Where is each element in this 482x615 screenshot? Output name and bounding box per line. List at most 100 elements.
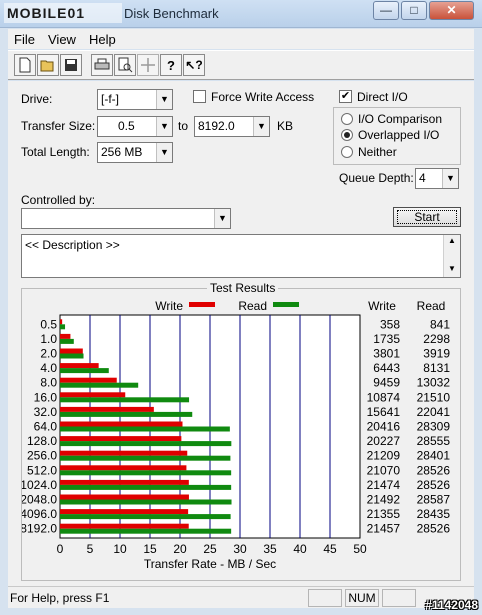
y-tick-label: 8192.0: [22, 522, 57, 536]
context-help-button[interactable]: ↖?: [183, 54, 205, 76]
description-scrollbar[interactable]: ▲ ▼: [443, 235, 460, 277]
table-header-read: Read: [417, 299, 446, 313]
status-pane-num: NUM: [345, 589, 379, 607]
transfer-size-to-select[interactable]: 8192.0 ▼: [194, 116, 270, 137]
x-tick-label: 15: [143, 542, 157, 556]
force-write-checkbox[interactable]: [193, 90, 206, 103]
queue-depth-label: Queue Depth:: [339, 171, 414, 185]
write-bar: [60, 348, 83, 354]
read-bar: [60, 470, 232, 476]
chevron-down-icon: ▼: [156, 90, 172, 109]
new-icon: [19, 57, 31, 73]
io-comparison-radio[interactable]: [341, 113, 353, 125]
question-icon: ?: [167, 57, 175, 73]
write-value: 9459: [373, 376, 400, 390]
read-bar: [60, 411, 193, 417]
write-value: 20416: [367, 420, 401, 434]
y-tick-label: 16.0: [34, 390, 58, 404]
y-tick-label: 4.0: [40, 361, 57, 375]
overlapped-io-radio[interactable]: [341, 129, 353, 141]
open-button[interactable]: [37, 54, 59, 76]
total-length-label: Total Length:: [21, 145, 90, 159]
y-tick-label: 1024.0: [22, 478, 57, 492]
read-bar: [60, 397, 190, 403]
io-comparison-label: I/O Comparison: [358, 112, 443, 126]
drive-select[interactable]: [-f-] ▼: [97, 89, 173, 110]
write-bar: [60, 436, 182, 442]
status-pane-empty-2: [382, 589, 416, 607]
print-preview-button[interactable]: [114, 54, 136, 76]
menu-help[interactable]: Help: [89, 32, 116, 47]
y-tick-label: 512.0: [27, 463, 57, 477]
start-button[interactable]: Start: [393, 207, 461, 227]
read-value: 28526: [417, 463, 451, 477]
x-tick-label: 50: [353, 542, 367, 556]
scroll-up-icon: ▲: [448, 236, 456, 245]
drive-label: Drive:: [21, 92, 53, 106]
write-value: 358: [380, 317, 400, 331]
minimize-button[interactable]: —: [373, 1, 399, 20]
status-help-text: For Help, press F1: [10, 591, 110, 605]
x-tick-label: 30: [233, 542, 247, 556]
write-value: 10874: [367, 390, 401, 404]
queue-depth-value: 4: [419, 171, 426, 185]
toolbar: ? ↖?: [8, 50, 474, 80]
read-bar: [60, 455, 231, 461]
close-button[interactable]: ✕: [429, 1, 474, 20]
direct-io-checkbox[interactable]: ✔: [339, 90, 352, 103]
write-bar: [60, 450, 188, 456]
x-tick-label: 20: [173, 542, 187, 556]
y-tick-label: 128.0: [27, 434, 57, 448]
menu-view[interactable]: View: [48, 32, 76, 47]
benchmark-chart: 0 5 10 15 20 25 30 35 40 45 50 Transfer Rate - MB /…: [22, 299, 451, 571]
x-tick-label: 40: [293, 542, 307, 556]
write-value: 21070: [367, 463, 401, 477]
read-bar: [60, 353, 84, 359]
menu-file[interactable]: File: [14, 32, 35, 47]
menu-bar: File View Help: [8, 29, 474, 49]
read-value: 21510: [417, 390, 451, 404]
transfer-size-from-select[interactable]: 0.5 ▼: [97, 116, 173, 137]
write-value: 6443: [373, 361, 400, 375]
write-value: 21492: [367, 493, 401, 507]
y-tick-label: 64.0: [34, 420, 58, 434]
write-bar: [60, 406, 154, 412]
write-bar: [60, 392, 126, 398]
maximize-button[interactable]: □: [401, 1, 427, 20]
new-button[interactable]: [14, 54, 36, 76]
write-value: 15641: [367, 405, 401, 419]
x-tick-label: 25: [203, 542, 217, 556]
y-tick-label: 1.0: [40, 332, 57, 346]
read-value: 28435: [417, 507, 451, 521]
total-length-value: 256 MB: [101, 145, 143, 159]
print-button[interactable]: [91, 54, 113, 76]
about-button[interactable]: ?: [160, 54, 182, 76]
write-bar: [60, 494, 189, 500]
read-value: 8131: [423, 361, 450, 375]
read-value: 2298: [423, 332, 450, 346]
x-tick-label: 45: [323, 542, 337, 556]
write-value: 21209: [367, 449, 401, 463]
x-tick-label: 10: [113, 542, 127, 556]
svg-text:MOBILE01: MOBILE01: [7, 5, 85, 21]
print-icon: [94, 58, 110, 70]
write-value: 3801: [373, 347, 400, 361]
open-icon: [40, 60, 54, 72]
write-bar: [60, 465, 187, 471]
total-length-select[interactable]: 256 MB ▼: [97, 142, 173, 163]
y-tick-label: 0.5: [40, 317, 57, 331]
neither-radio[interactable]: [341, 146, 353, 158]
queue-depth-select[interactable]: 4 ▼: [415, 168, 459, 189]
controlled-by-select[interactable]: ▼: [21, 208, 231, 229]
chevron-down-icon: ▼: [214, 209, 230, 228]
save-button[interactable]: [60, 54, 82, 76]
write-bar: [60, 363, 99, 369]
write-bar: [60, 319, 63, 325]
description-box[interactable]: << Description >> ▲ ▼: [21, 234, 461, 278]
transfer-from-value: 0.5: [118, 119, 135, 133]
move-button[interactable]: [137, 54, 159, 76]
read-value: 28526: [417, 522, 451, 536]
print-preview-icon: [118, 57, 133, 73]
to-label: to: [178, 119, 189, 133]
table-header-write: Write: [368, 299, 396, 313]
